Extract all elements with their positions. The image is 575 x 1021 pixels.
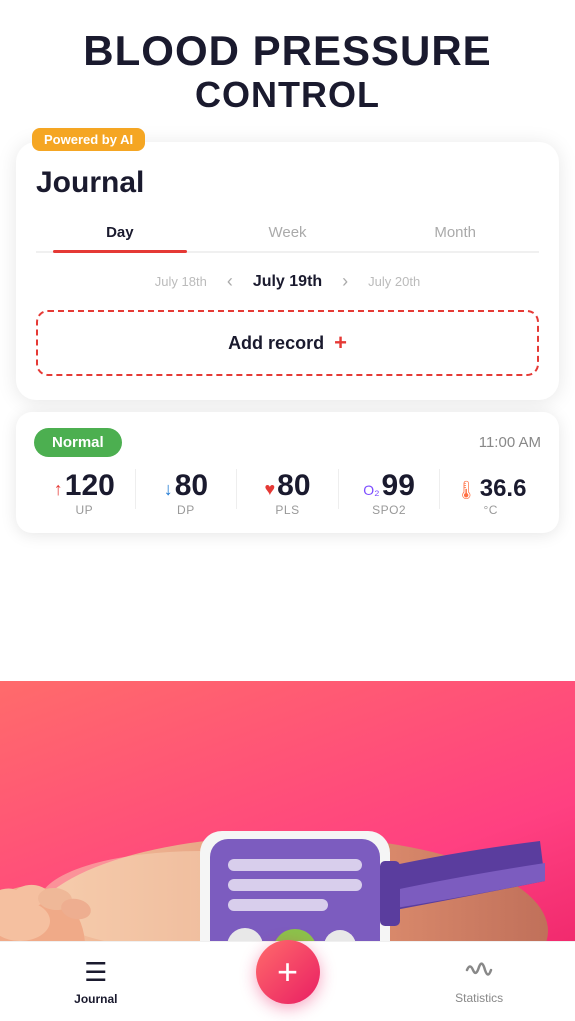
record-metrics: ↑ 120 UP ↓ 80 DP ♥ 80 PLS O₂ 99 <box>34 469 541 517</box>
metric-up: ↑ 120 UP <box>34 471 135 517</box>
temp-unit: °C <box>483 503 497 517</box>
app-title-main: BLOOD PRESSURE <box>20 28 555 74</box>
add-record-button[interactable]: Add record + <box>36 310 539 376</box>
record-header: Normal 11:00 AM <box>34 428 541 457</box>
tab-week[interactable]: Week <box>204 216 372 251</box>
date-current: July 19th <box>253 273 322 291</box>
tab-bar: Day Week Month <box>36 216 539 253</box>
nav-journal-label: Journal <box>74 992 117 1006</box>
date-navigator: July 18th ‹ July 19th › July 20th <box>36 271 539 292</box>
bottom-nav: ☰ Journal + Statistics <box>0 941 575 1021</box>
nav-journal[interactable]: ☰ Journal <box>0 957 192 1006</box>
heart-icon: ♥ <box>264 479 275 500</box>
temp-value: 36.6 <box>480 477 527 501</box>
nav-add[interactable]: + <box>192 960 384 1004</box>
status-badge: Normal <box>34 428 122 457</box>
spo2-unit: SPO2 <box>372 503 406 517</box>
up-unit: UP <box>75 503 93 517</box>
tab-day[interactable]: Day <box>36 216 204 251</box>
prev-date-button[interactable]: ‹ <box>223 271 237 292</box>
add-record-label: Add record <box>228 333 324 354</box>
header: BLOOD PRESSURE CONTROL <box>0 0 575 132</box>
metric-pls: ♥ 80 PLS <box>237 471 338 517</box>
app-title-sub: CONTROL <box>20 74 555 116</box>
nav-statistics-label: Statistics <box>455 991 503 1005</box>
journal-icon: ☰ <box>84 957 107 988</box>
pls-value: 80 <box>277 471 310 501</box>
pls-unit: PLS <box>275 503 299 517</box>
metric-dp: ↓ 80 DP <box>136 471 237 517</box>
metric-spo2: O₂ 99 SPO2 <box>339 471 440 517</box>
dp-unit: DP <box>177 503 195 517</box>
center-add-icon: + <box>277 954 298 990</box>
add-icon: + <box>334 330 347 356</box>
metric-temp: 🌡 36.6 °C <box>440 477 541 517</box>
center-add-button[interactable]: + <box>256 940 320 1004</box>
journal-title: Journal <box>36 166 539 200</box>
spo2-value: 99 <box>382 471 415 501</box>
record-card: Normal 11:00 AM ↑ 120 UP ↓ 80 DP ♥ 80 PL… <box>16 412 559 533</box>
journal-card: Powered by AI Journal Day Week Month Jul… <box>16 142 559 400</box>
spo2-icon: O₂ <box>363 482 379 498</box>
date-prev: July 18th <box>155 274 207 289</box>
record-time: 11:00 AM <box>479 434 541 451</box>
dp-value: 80 <box>175 471 208 501</box>
nav-statistics[interactable]: Statistics <box>383 959 575 1005</box>
date-next: July 20th <box>368 274 420 289</box>
next-date-button[interactable]: › <box>338 271 352 292</box>
statistics-icon <box>465 959 493 987</box>
temp-icon: 🌡 <box>455 480 478 501</box>
up-icon: ↑ <box>54 479 63 500</box>
ai-badge: Powered by AI <box>32 128 145 151</box>
tab-month[interactable]: Month <box>371 216 539 251</box>
dp-icon: ↓ <box>164 479 173 500</box>
up-value: 120 <box>65 471 115 501</box>
